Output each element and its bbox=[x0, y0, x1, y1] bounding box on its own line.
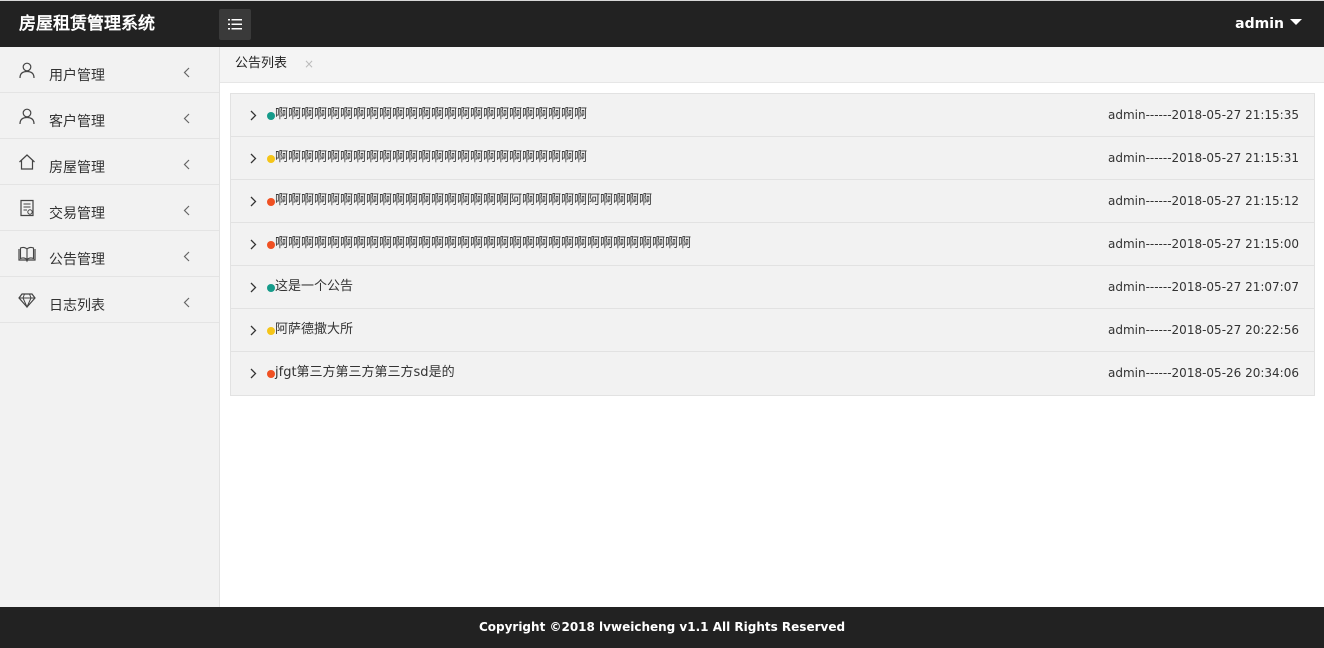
sidebar-item-label: 客户管理 bbox=[49, 114, 105, 130]
notice-row[interactable]: 啊啊啊啊啊啊啊啊啊啊啊啊啊啊啊啊啊啊啊啊啊啊啊啊 admin------2018… bbox=[231, 94, 1314, 137]
status-dot bbox=[267, 241, 275, 249]
notice-list: 啊啊啊啊啊啊啊啊啊啊啊啊啊啊啊啊啊啊啊啊啊啊啊啊 admin------2018… bbox=[230, 93, 1315, 396]
menu-toggle-button[interactable] bbox=[219, 9, 251, 40]
notice-title: 阿萨德撒大所 bbox=[275, 322, 354, 337]
user-icon bbox=[19, 108, 35, 125]
notice-row[interactable]: 啊啊啊啊啊啊啊啊啊啊啊啊啊啊啊啊啊啊阿啊啊啊啊啊阿啊啊啊啊 admin-----… bbox=[231, 180, 1314, 223]
status-dot bbox=[267, 155, 275, 163]
tab-label: 公告列表 bbox=[235, 56, 288, 71]
tab-bar: 公告列表 × bbox=[220, 47, 1324, 83]
sidebar-item-label: 用户管理 bbox=[49, 68, 105, 84]
notice-row[interactable]: 这是一个公告 admin------2018-05-27 21:07:07 bbox=[231, 266, 1314, 309]
diamond-icon bbox=[18, 293, 36, 309]
notice-title: 啊啊啊啊啊啊啊啊啊啊啊啊啊啊啊啊啊啊阿啊啊啊啊啊阿啊啊啊啊 bbox=[275, 193, 653, 208]
status-dot bbox=[267, 112, 275, 120]
notice-title: jfgt第三方第三方第三方sd是的 bbox=[275, 365, 455, 380]
notice-meta: admin------2018-05-27 21:07:07 bbox=[1107, 280, 1299, 294]
notice-row[interactable]: jfgt第三方第三方第三方sd是的 admin------2018-05-26 … bbox=[231, 352, 1314, 395]
chevron-left-icon bbox=[183, 159, 190, 170]
user-menu[interactable]: admin bbox=[1235, 14, 1302, 34]
sidebar-item-label: 房屋管理 bbox=[49, 160, 105, 176]
chevron-left-icon bbox=[183, 205, 190, 216]
notice-meta: admin------2018-05-27 21:15:31 bbox=[1107, 151, 1299, 165]
notice-meta: admin------2018-05-27 21:15:35 bbox=[1107, 108, 1299, 122]
status-dot bbox=[267, 370, 275, 378]
close-icon[interactable]: × bbox=[304, 57, 314, 71]
notice-meta: admin------2018-05-27 20:22:56 bbox=[1107, 323, 1299, 337]
caret-down-icon bbox=[1290, 19, 1302, 25]
status-dot bbox=[267, 327, 275, 335]
notice-title: 这是一个公告 bbox=[275, 279, 354, 294]
notice-meta: admin------2018-05-27 21:15:00 bbox=[1107, 237, 1299, 251]
chevron-right-icon[interactable] bbox=[250, 153, 257, 164]
sidebar-item-log-list[interactable]: 日志列表 bbox=[0, 277, 219, 323]
notice-row[interactable]: 啊啊啊啊啊啊啊啊啊啊啊啊啊啊啊啊啊啊啊啊啊啊啊啊 admin------2018… bbox=[231, 137, 1314, 180]
home-icon bbox=[19, 154, 35, 170]
chevron-right-icon[interactable] bbox=[250, 282, 257, 293]
footer: Copyright ©2018 lvweicheng v1.1 All Righ… bbox=[0, 607, 1324, 648]
notice-row[interactable]: 阿萨德撒大所 admin------2018-05-27 20:22:56 bbox=[231, 309, 1314, 352]
notice-title: 啊啊啊啊啊啊啊啊啊啊啊啊啊啊啊啊啊啊啊啊啊啊啊啊 bbox=[275, 150, 588, 165]
chevron-left-icon bbox=[183, 67, 190, 78]
chevron-right-icon[interactable] bbox=[250, 110, 257, 121]
receipt-icon bbox=[20, 199, 34, 217]
sidebar: 用户管理 客户管理 房屋管理 交易管理 公告管理 日志列表 bbox=[0, 47, 220, 607]
status-dot bbox=[267, 284, 275, 292]
notice-title: 啊啊啊啊啊啊啊啊啊啊啊啊啊啊啊啊啊啊啊啊啊啊啊啊 bbox=[275, 107, 588, 122]
sidebar-item-label: 交易管理 bbox=[49, 206, 105, 222]
sidebar-item-user-management[interactable]: 用户管理 bbox=[0, 47, 219, 93]
chevron-right-icon[interactable] bbox=[250, 196, 257, 207]
notice-title: 啊啊啊啊啊啊啊啊啊啊啊啊啊啊啊啊啊啊啊啊啊啊啊啊啊啊啊啊啊啊啊啊 bbox=[275, 236, 692, 251]
sidebar-item-notice-management[interactable]: 公告管理 bbox=[0, 231, 219, 277]
sidebar-item-transaction-management[interactable]: 交易管理 bbox=[0, 185, 219, 231]
book-icon bbox=[18, 246, 36, 263]
top-header: 房屋租赁管理系统 admin bbox=[0, 0, 1324, 47]
copyright-text: Copyright ©2018 lvweicheng v1.1 All Righ… bbox=[478, 620, 846, 634]
user-icon bbox=[19, 62, 35, 79]
notice-meta: admin------2018-05-26 20:34:06 bbox=[1107, 366, 1299, 380]
list-icon bbox=[228, 19, 242, 30]
chevron-left-icon bbox=[183, 113, 190, 124]
tab-notice-list[interactable]: 公告列表 × bbox=[220, 47, 314, 82]
chevron-right-icon[interactable] bbox=[250, 368, 257, 379]
user-name: admin bbox=[1235, 16, 1284, 32]
chevron-left-icon bbox=[183, 251, 190, 262]
main-content: 啊啊啊啊啊啊啊啊啊啊啊啊啊啊啊啊啊啊啊啊啊啊啊啊 admin------2018… bbox=[220, 83, 1324, 607]
chevron-right-icon[interactable] bbox=[250, 239, 257, 250]
chevron-right-icon[interactable] bbox=[250, 325, 257, 336]
sidebar-item-customer-management[interactable]: 客户管理 bbox=[0, 93, 219, 139]
notice-meta: admin------2018-05-27 21:15:12 bbox=[1107, 194, 1299, 208]
notice-row[interactable]: 啊啊啊啊啊啊啊啊啊啊啊啊啊啊啊啊啊啊啊啊啊啊啊啊啊啊啊啊啊啊啊啊 admin--… bbox=[231, 223, 1314, 266]
sidebar-item-house-management[interactable]: 房屋管理 bbox=[0, 139, 219, 185]
sidebar-item-label: 公告管理 bbox=[49, 252, 105, 268]
sidebar-item-label: 日志列表 bbox=[49, 298, 105, 314]
chevron-left-icon bbox=[183, 297, 190, 308]
status-dot bbox=[267, 198, 275, 206]
app-title: 房屋租赁管理系统 bbox=[19, 14, 155, 34]
